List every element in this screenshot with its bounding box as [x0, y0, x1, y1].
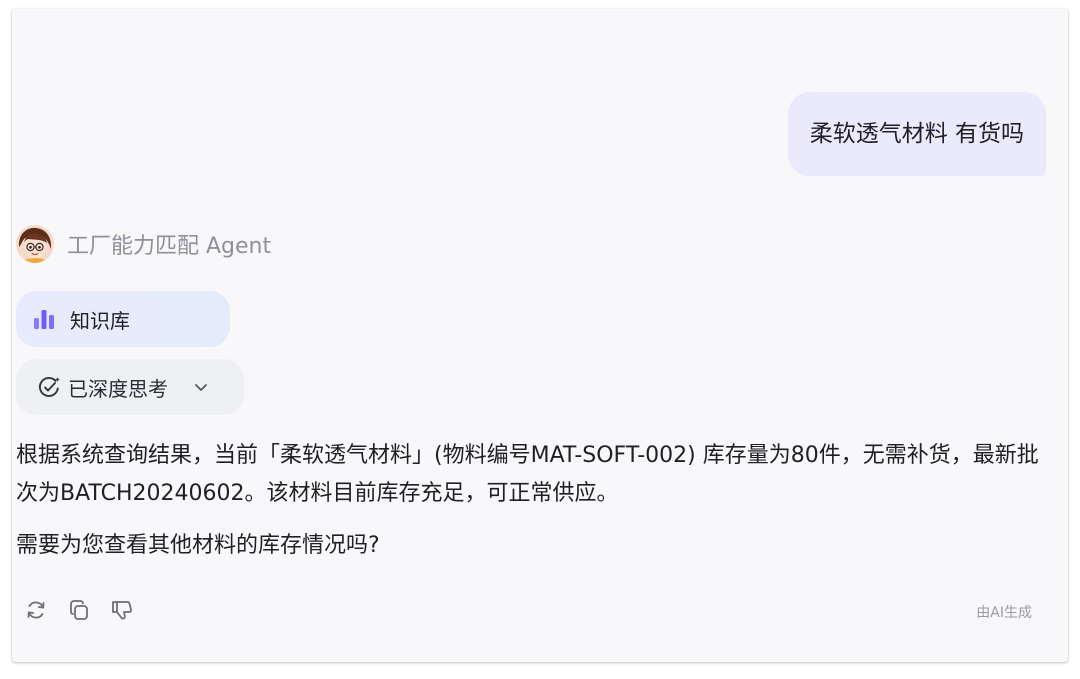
knowledge-base-chip[interactable]: 知识库 — [16, 291, 230, 347]
message-actions — [24, 598, 134, 622]
regenerate-button[interactable] — [24, 598, 48, 622]
dislike-button[interactable] — [110, 598, 134, 622]
agent-name: 工厂能力匹配 Agent — [67, 234, 272, 259]
refresh-icon — [27, 601, 45, 619]
agent-avatar — [16, 225, 54, 263]
deep-thinking-toggle[interactable]: 已深度思考 — [16, 359, 244, 415]
ai-generated-note: 由AI生成 — [976, 605, 1032, 621]
agent-answer: 根据系统查询结果，当前「柔软透气材料」(物料编号MAT-SOFT-002) 库存… — [16, 437, 1046, 565]
deep-thinking-label: 已深度思考 — [68, 376, 168, 401]
thumbs-down-icon — [112, 601, 132, 620]
deep-think-icon — [38, 376, 60, 397]
answer-paragraph-2: 需要为您查看其他材料的库存情况吗? — [16, 533, 380, 558]
bar-chart-icon — [34, 310, 54, 329]
chevron-down-icon[interactable] — [192, 378, 210, 396]
copy-button[interactable] — [67, 598, 91, 622]
answer-paragraph-1: 根据系统查询结果，当前「柔软透气材料」(物料编号MAT-SOFT-002) 库存… — [16, 443, 1039, 506]
copy-icon — [70, 600, 88, 620]
knowledge-base-label: 知识库 — [70, 308, 130, 333]
user-message-bubble: 柔软透气材料 有货吗 — [787, 92, 1046, 176]
chat-panel: 柔软透气材料 有货吗 工厂能力匹配 Agent 知识库 已深度思考 根据系统查询… — [12, 9, 1068, 662]
agent-header: 工厂能力匹配 Agent — [16, 224, 271, 264]
